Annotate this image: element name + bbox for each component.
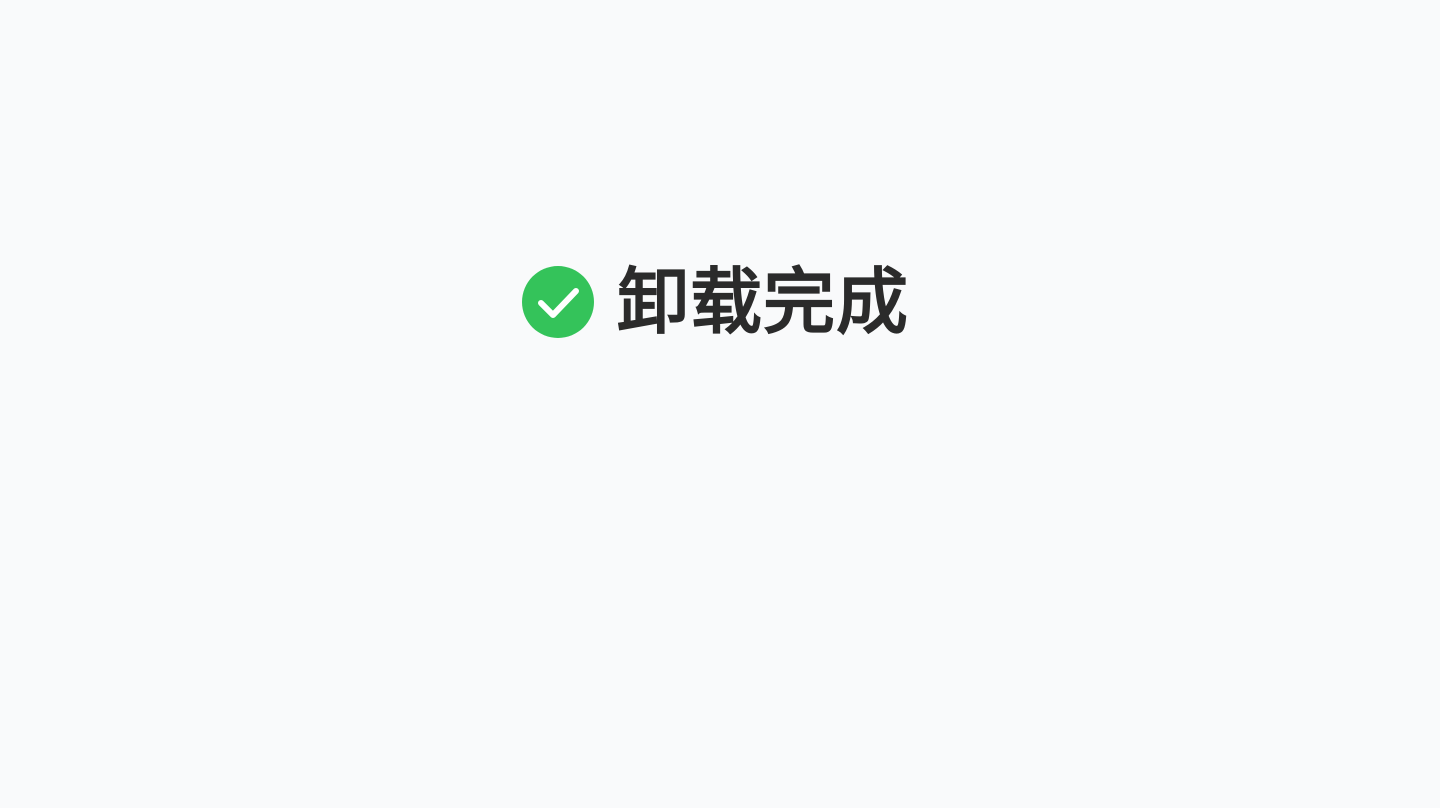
uninstall-complete-screen: 卸载完成 — [0, 0, 1440, 808]
status-title: 卸载完成 — [617, 260, 910, 344]
check-circle-icon — [522, 266, 594, 338]
status-message: 卸载完成 — [522, 264, 909, 340]
